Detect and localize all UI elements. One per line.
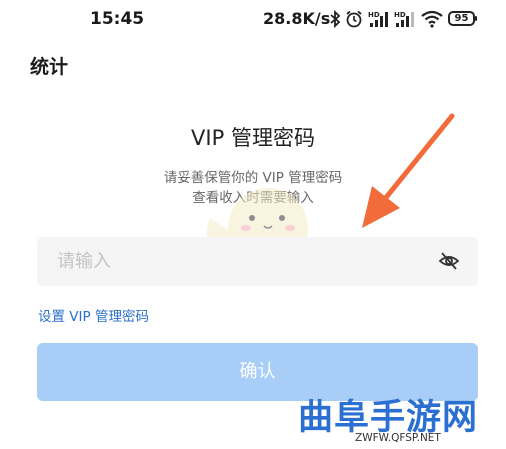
- signal-hd-icon-1: HD: [368, 11, 388, 27]
- eye-hidden-icon[interactable]: [438, 250, 460, 272]
- network-speed: 28.8K/s: [263, 9, 331, 28]
- bluetooth-icon: [330, 10, 341, 28]
- status-bar: 15:45 28.8K/s HD HD 95: [0, 0, 506, 40]
- signal-hd-icon-2: HD: [394, 11, 414, 27]
- svg-text:HD: HD: [368, 11, 380, 19]
- password-input[interactable]: [37, 237, 437, 286]
- set-vip-password-link[interactable]: 设置 VIP 管理密码: [38, 305, 149, 325]
- watermark-url: ZWFW.QFSP.NET: [355, 432, 441, 444]
- page-title: 统计: [30, 56, 69, 78]
- annotation-arrow-icon: [362, 113, 455, 228]
- alarm-icon: [346, 10, 362, 28]
- status-time: 15:45: [90, 9, 145, 29]
- password-field[interactable]: [37, 237, 478, 286]
- battery-icon: 95: [448, 11, 477, 26]
- svg-text:HD: HD: [394, 11, 406, 19]
- wifi-icon: [421, 10, 443, 28]
